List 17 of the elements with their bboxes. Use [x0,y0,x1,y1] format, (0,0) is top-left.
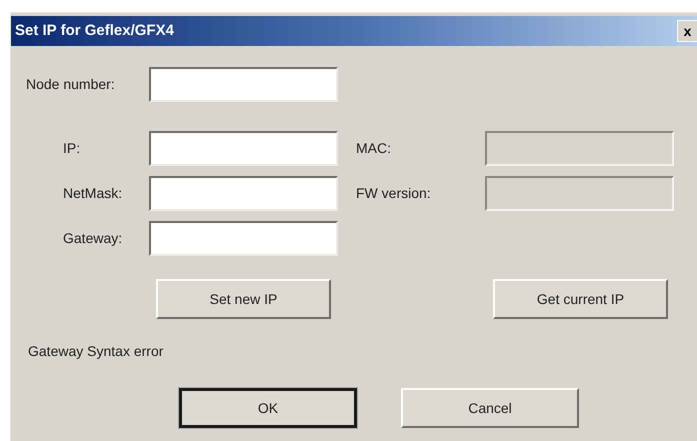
input-field[interactable] [149,221,338,256]
field-label: Gateway: [63,229,124,248]
push-button[interactable]: Set new IP [156,279,331,319]
input-field[interactable] [149,176,338,211]
field-label: MAC: [356,139,392,158]
input-field[interactable] [149,67,338,102]
error-message: Gateway Syntax error [27,342,164,361]
ok-button[interactable]: OK [179,388,357,428]
window-title: Set IP for Geflex/GFX4 [14,20,174,41]
push-button[interactable]: Get current IP [493,279,668,319]
field-label: FW version: [356,184,432,203]
cancel-button[interactable]: Cancel [401,388,579,428]
field-label: NetMask: [63,184,124,203]
close-button[interactable]: x [677,20,697,42]
field-label: IP: [63,139,82,158]
field-label: Node number: [26,75,116,94]
input-field[interactable] [149,131,338,166]
